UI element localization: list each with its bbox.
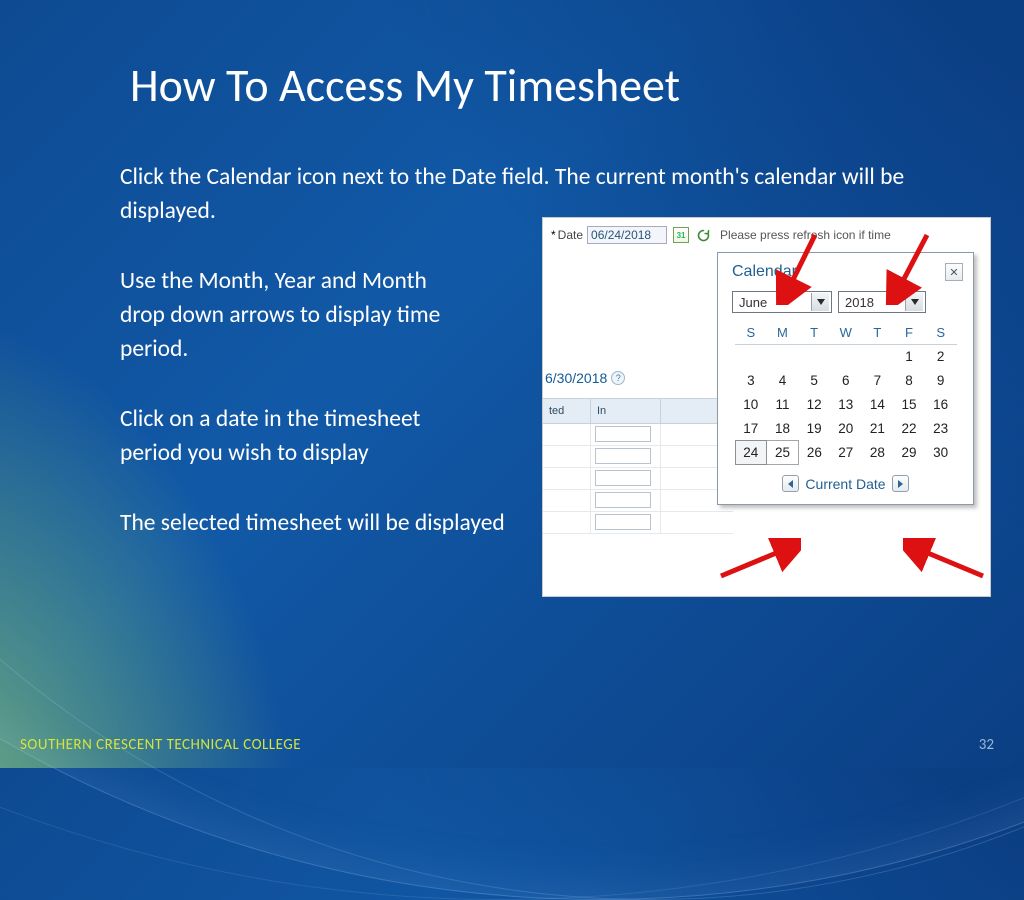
column-header-ted: ted	[543, 399, 591, 423]
calendar-day-header: F	[893, 321, 925, 345]
calendar-day-cell[interactable]: 1	[893, 345, 925, 369]
date-field-label: * Date	[551, 228, 583, 242]
calendar-day-cell[interactable]: 20	[830, 417, 862, 441]
chevron-down-icon	[905, 293, 923, 311]
calendar-day-cell[interactable]: 15	[893, 393, 925, 417]
annotation-arrow	[903, 538, 987, 580]
calendar-day-cell[interactable]: 28	[862, 441, 894, 465]
calendar-day-cell[interactable]: 10	[735, 393, 767, 417]
calendar-day-cell[interactable]: 30	[925, 441, 957, 465]
calendar-day-cell[interactable]: 12	[798, 393, 830, 417]
refresh-hint-text: Please press refresh icon if time	[720, 228, 891, 242]
calendar-day-cell	[767, 345, 799, 369]
calendar-day-cell	[862, 345, 894, 369]
calendar-day-cell	[798, 345, 830, 369]
calendar-day-cell[interactable]: 17	[735, 417, 767, 441]
period-end-date: 6/30/2018	[545, 370, 607, 386]
calendar-day-cell[interactable]: 9	[925, 369, 957, 393]
calendar-day-header: S	[735, 321, 767, 345]
calendar-day-header: M	[767, 321, 799, 345]
calendar-day-header: T	[798, 321, 830, 345]
next-button[interactable]	[892, 475, 909, 492]
calendar-day-cell[interactable]: 6	[830, 369, 862, 393]
year-select[interactable]: 2018	[838, 291, 926, 313]
help-icon[interactable]: ?	[611, 371, 625, 385]
calendar-day-cell[interactable]: 2	[925, 345, 957, 369]
calendar-day-cell	[830, 345, 862, 369]
calendar-day-header: T	[862, 321, 894, 345]
time-input[interactable]	[595, 492, 651, 508]
calendar-close-button[interactable]: ✕	[945, 263, 963, 281]
calendar-day-cell[interactable]: 5	[798, 369, 830, 393]
timesheet-app-screenshot: * Date 31 Please press refresh icon if t…	[543, 218, 990, 596]
time-input[interactable]	[595, 470, 651, 486]
refresh-icon[interactable]	[696, 228, 710, 242]
calendar-day-cell[interactable]: 19	[798, 417, 830, 441]
calendar-day-cell[interactable]: 7	[862, 369, 894, 393]
calendar-day-cell[interactable]: 14	[862, 393, 894, 417]
time-input[interactable]	[595, 426, 651, 442]
calendar-day-cell[interactable]: 22	[893, 417, 925, 441]
time-input[interactable]	[595, 514, 651, 530]
calendar-day-cell[interactable]: 3	[735, 369, 767, 393]
page-number: 32	[979, 736, 994, 754]
calendar-day-cell[interactable]: 21	[862, 417, 894, 441]
instruction-paragraph-2: Use the Month, Year and Month drop down …	[120, 264, 480, 366]
calendar-day-header: S	[925, 321, 957, 345]
calendar-day-cell[interactable]: 18	[767, 417, 799, 441]
month-select[interactable]: June	[732, 291, 832, 313]
calendar-day-cell[interactable]: 26	[798, 441, 830, 465]
prev-button[interactable]	[782, 475, 799, 492]
time-input[interactable]	[595, 448, 651, 464]
calendar-icon[interactable]: 31	[673, 227, 689, 243]
slide-title: How To Access My Timesheet	[130, 58, 934, 114]
calendar-day-cell[interactable]: 8	[893, 369, 925, 393]
calendar-day-cell[interactable]: 11	[767, 393, 799, 417]
background-timesheet-fragment: 6/30/2018 ? ted In	[543, 368, 733, 534]
calendar-day-cell	[735, 345, 767, 369]
calendar-day-header: W	[830, 321, 862, 345]
calendar-day-cell[interactable]: 23	[925, 417, 957, 441]
instruction-paragraph-3: Click on a date in the timesheet period …	[120, 402, 480, 470]
calendar-day-cell[interactable]: 24	[735, 441, 767, 465]
calendar-day-cell[interactable]: 13	[830, 393, 862, 417]
footer-college-name: SOUTHERN CRESCENT TECHNICAL COLLEGE	[20, 736, 301, 754]
annotation-arrow	[717, 538, 801, 580]
calendar-day-cell[interactable]: 16	[925, 393, 957, 417]
calendar-popup: Calendar ✕ June 2018 SMTWTFS 12345678910…	[717, 252, 974, 505]
current-date-link[interactable]: Current Date	[805, 476, 885, 492]
calendar-title: Calendar	[732, 263, 797, 281]
calendar-day-cell[interactable]: 29	[893, 441, 925, 465]
column-header-in: In	[591, 399, 661, 423]
calendar-day-cell[interactable]: 25	[767, 441, 799, 465]
calendar-day-cell[interactable]: 4	[767, 369, 799, 393]
calendar-grid: SMTWTFS 12345678910111213141516171819202…	[735, 321, 957, 465]
calendar-day-cell[interactable]: 27	[830, 441, 862, 465]
date-input[interactable]	[587, 226, 667, 244]
chevron-down-icon	[811, 293, 829, 311]
